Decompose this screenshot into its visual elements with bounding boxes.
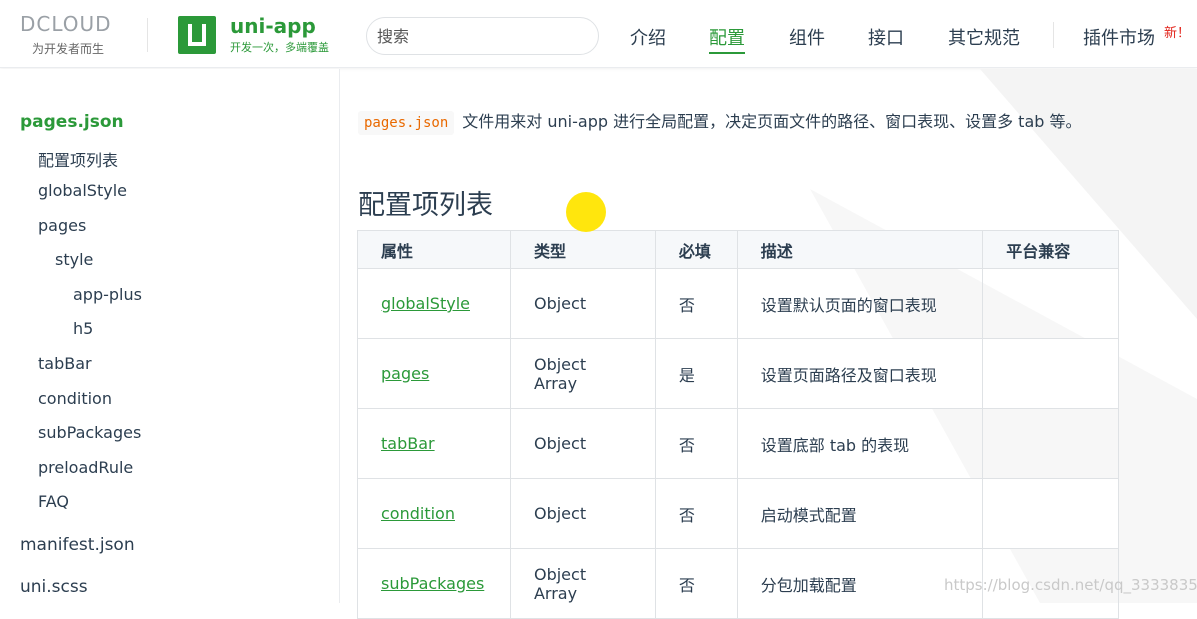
nav-api[interactable]: 接口 <box>868 24 904 50</box>
inline-code-pages-json: pages.json <box>358 111 455 135</box>
dcloud-slogan: 为开发者而生 <box>32 42 105 56</box>
table-cell: 否 <box>654 478 738 549</box>
sidebar-item-subpackages[interactable]: subPackages <box>38 423 141 442</box>
top-header: DCLOUD 为开发者而生 uni-app 开发一次，多端覆盖 介绍 配置 组件… <box>0 0 1197 68</box>
uni-app-name: uni-app <box>230 14 316 38</box>
sidebar-item-condition[interactable]: condition <box>38 389 112 408</box>
table-cell: 设置默认页面的窗口表现 <box>736 268 984 339</box>
table-cell: condition <box>357 478 511 549</box>
table-cell: 否 <box>654 268 738 339</box>
table-header: 类型 <box>509 230 656 269</box>
link-pages[interactable]: pages <box>381 364 429 383</box>
sidebar-item-tabbar[interactable]: tabBar <box>38 354 92 373</box>
table-cell <box>982 478 1119 549</box>
sidebar-item-manifest-json[interactable]: manifest.json <box>20 535 135 555</box>
sidebar-item-config-list[interactable]: 配置项列表 <box>38 147 118 171</box>
section-heading: 配置项列表 <box>358 190 493 221</box>
intro-paragraph: pages.json 文件用来对 uni-app 进行全局配置，决定页面文件的路径… <box>358 108 1082 135</box>
table-header-row: 属性 类型 必填 描述 平台兼容 <box>357 230 1119 269</box>
table-cell: pages <box>357 338 511 409</box>
link-globalstyle[interactable]: globalStyle <box>381 294 470 313</box>
sidebar-item-faq[interactable]: FAQ <box>38 492 69 511</box>
table-cell: Object <box>509 478 656 549</box>
nav-other-specs[interactable]: 其它规范 <box>948 24 1020 50</box>
sidebar-item-app-plus[interactable]: app-plus <box>73 285 142 304</box>
table-row: pages Object Array 是 设置页面路径及窗口表现 <box>357 338 1119 409</box>
uni-app-logo-icon <box>178 16 216 54</box>
table-cell <box>982 338 1119 409</box>
new-badge: 新！ <box>1164 26 1191 41</box>
header-divider <box>147 18 148 52</box>
search-input[interactable] <box>366 17 599 55</box>
sidebar-item-h5[interactable]: h5 <box>73 319 93 338</box>
table-header: 平台兼容 <box>982 230 1119 269</box>
table-cell: 否 <box>654 548 738 619</box>
table-row: condition Object 否 启动模式配置 <box>357 478 1119 549</box>
table-header: 必填 <box>654 230 738 269</box>
table-cell <box>982 268 1119 339</box>
intro-text: 文件用来对 uni-app 进行全局配置，决定页面文件的路径、窗口表现、设置多 … <box>462 112 1082 131</box>
link-tabbar[interactable]: tabBar <box>381 434 435 453</box>
sidebar-item-pages[interactable]: pages <box>38 216 86 235</box>
dcloud-logo-text: DCLOUD <box>20 12 112 36</box>
nav-plugin-market[interactable]: 插件市场 <box>1083 24 1155 50</box>
dcloud-logo[interactable]: DCLOUD 为开发者而生 <box>20 12 130 56</box>
table-cell: 启动模式配置 <box>736 478 984 549</box>
table-cell: Object <box>509 268 656 339</box>
table-cell: Object Array <box>509 338 656 409</box>
table-cell: 设置页面路径及窗口表现 <box>736 338 984 409</box>
table-cell: 否 <box>654 408 738 479</box>
nav-components[interactable]: 组件 <box>789 24 825 50</box>
sidebar-item-globalstyle[interactable]: globalStyle <box>38 181 127 200</box>
sidebar-item-preloadrule[interactable]: preloadRule <box>38 458 133 477</box>
table-cell: subPackages <box>357 548 511 619</box>
table-cell: tabBar <box>357 408 511 479</box>
table-cell: Object Array <box>509 548 656 619</box>
nav-divider <box>1053 22 1054 48</box>
uni-app-logo[interactable]: uni-app 开发一次，多端覆盖 <box>178 14 329 54</box>
nav-config[interactable]: 配置 <box>709 24 745 54</box>
table-header: 描述 <box>736 230 984 269</box>
uni-app-slogan: 开发一次，多端覆盖 <box>230 41 329 54</box>
link-condition[interactable]: condition <box>381 504 455 523</box>
table-cell: 是 <box>654 338 738 409</box>
sidebar-item-style[interactable]: style <box>55 250 93 269</box>
blog-watermark: https://blog.csdn.net/qq_33338352 <box>944 576 1197 594</box>
link-subpackages[interactable]: subPackages <box>381 574 484 593</box>
table-row: tabBar Object 否 设置底部 tab 的表现 <box>357 408 1119 479</box>
sidebar: pages.json 配置项列表 globalStyle pages style… <box>0 69 340 603</box>
table-cell: globalStyle <box>357 268 511 339</box>
table-cell: 设置底部 tab 的表现 <box>736 408 984 479</box>
cursor-highlight <box>566 192 606 232</box>
nav-intro[interactable]: 介绍 <box>630 24 666 50</box>
table-cell: Object <box>509 408 656 479</box>
table-header: 属性 <box>357 230 511 269</box>
table-row: globalStyle Object 否 设置默认页面的窗口表现 <box>357 268 1119 339</box>
config-table: 属性 类型 必填 描述 平台兼容 globalStyle Object 否 设置… <box>357 230 1119 619</box>
table-cell <box>982 408 1119 479</box>
sidebar-item-pages-json[interactable]: pages.json <box>20 112 124 132</box>
sidebar-item-uni-scss[interactable]: uni.scss <box>20 577 88 597</box>
